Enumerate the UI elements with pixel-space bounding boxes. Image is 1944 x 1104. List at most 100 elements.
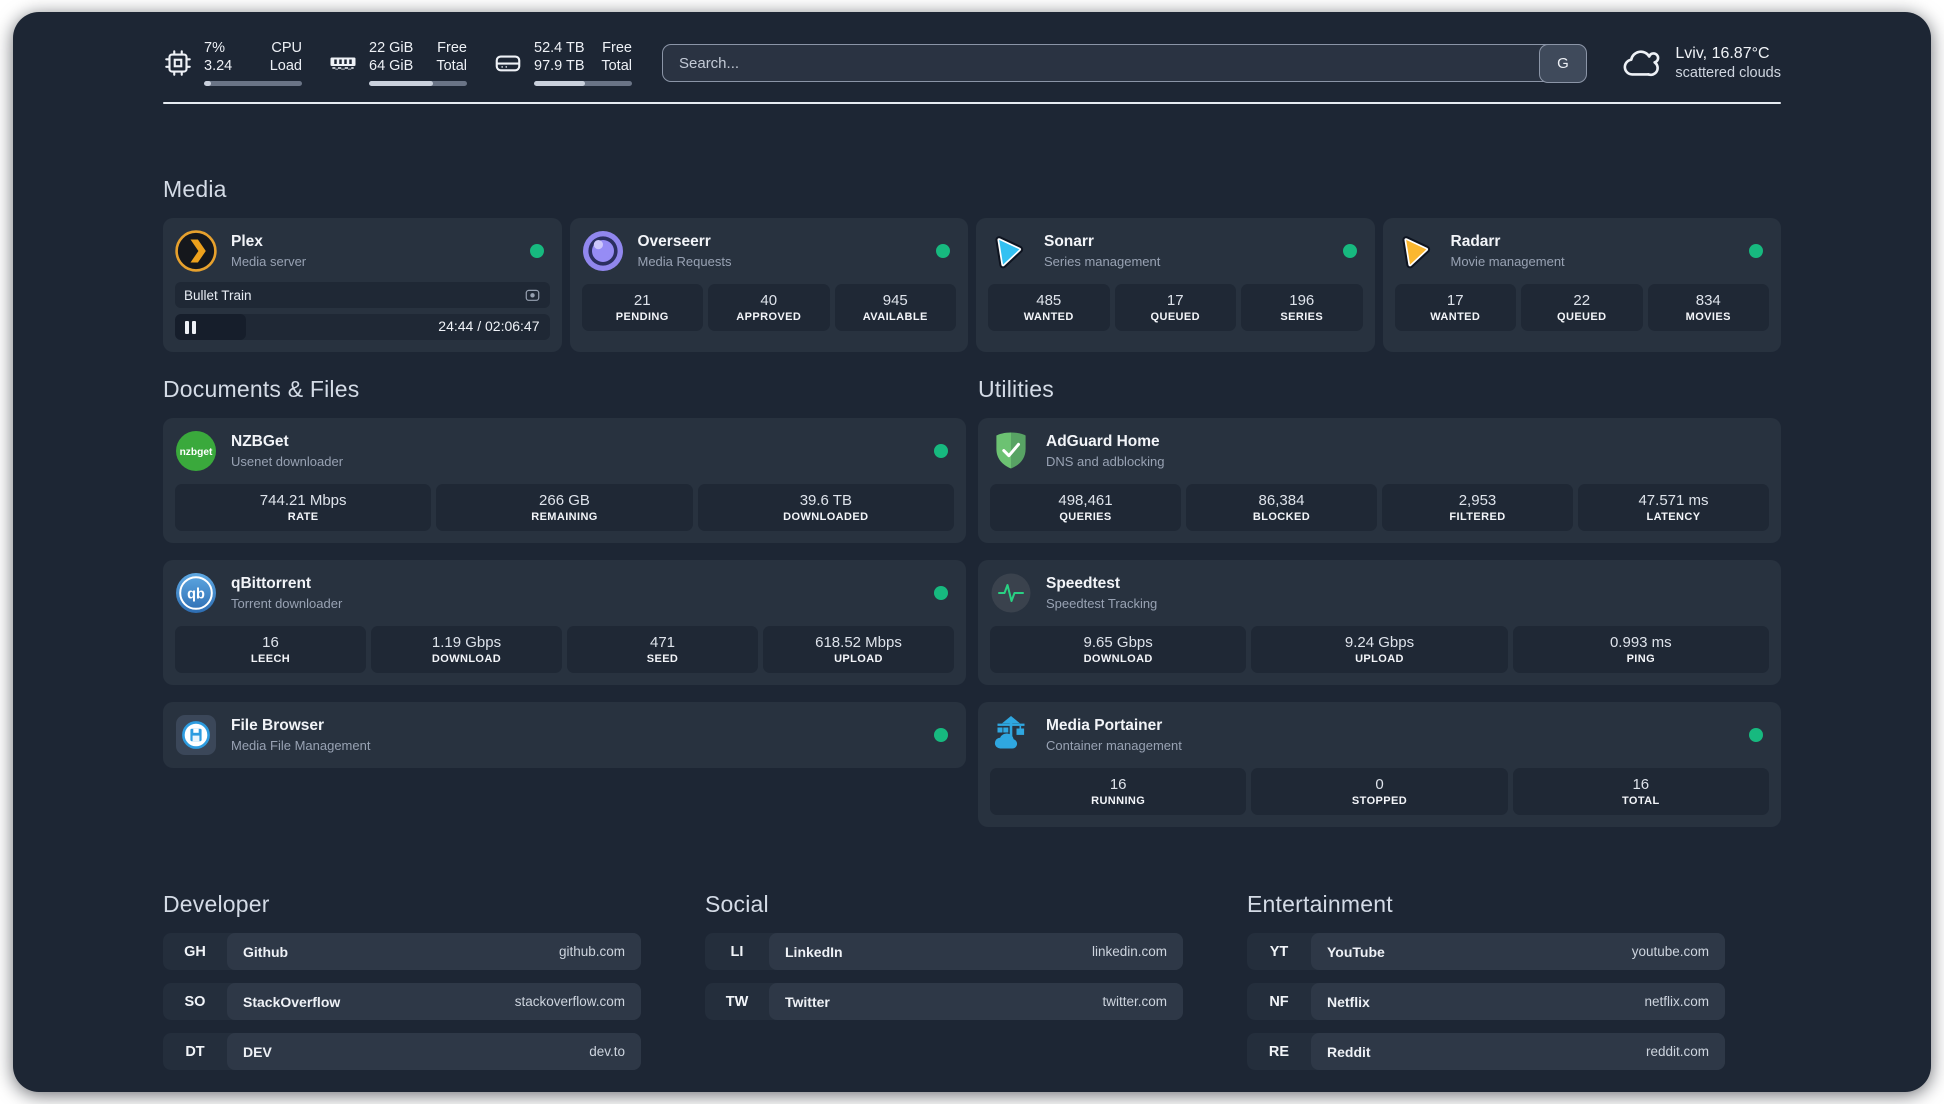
status-dot (936, 244, 950, 258)
bookmark-twitter[interactable]: TW Twitter twitter.com (705, 983, 1183, 1020)
disk-icon (493, 48, 523, 78)
bookmark-list: GH Github github.com SO StackOverflow st… (163, 933, 641, 1070)
bookmark-github[interactable]: GH Github github.com (163, 933, 641, 970)
app-card-speedtest[interactable]: Speedtest Speedtest Tracking 9.65 Gbps D… (978, 560, 1781, 685)
stat-filtered: 2,953 FILTERED (1382, 484, 1573, 531)
stat-value: 17 (1166, 292, 1184, 309)
bookmark-stackoverflow[interactable]: SO StackOverflow stackoverflow.com (163, 983, 641, 1020)
stat-queued: 22 QUEUED (1521, 284, 1643, 331)
bookmark-reddit[interactable]: RE Reddit reddit.com (1247, 1033, 1725, 1070)
stat-tiles: 744.21 Mbps RATE 266 GB REMAINING 39.6 T… (175, 484, 954, 531)
app-card-adguard-home[interactable]: AdGuard Home DNS and adblocking 498,461 … (978, 418, 1781, 543)
stat-wanted: 485 WANTED (988, 284, 1110, 331)
app-card-plex[interactable]: Plex Media server Bullet Train 24:44 / 0… (163, 218, 562, 352)
app-card-media-portainer[interactable]: Media Portainer Container management 16 … (978, 702, 1781, 827)
app-meta: Overseerr Media Requests (638, 232, 732, 270)
stat-label: DOWNLOAD (1083, 653, 1153, 665)
stat-value: 16 (262, 634, 279, 651)
app-card-header: File Browser Media File Management (175, 714, 954, 756)
bookmark-url: linkedin.com (1091, 944, 1167, 959)
now-playing-widget: Bullet Train 24:44 / 02:06:47 (175, 282, 550, 340)
pause-icon[interactable] (185, 320, 196, 334)
portainer-icon (990, 714, 1032, 756)
stat-tiles: 16 RUNNING 0 STOPPED 16 TOTAL (990, 768, 1769, 815)
bookmark-abbr: DT (185, 1043, 205, 1060)
bookmark-group-title: Social (705, 891, 769, 917)
bookmark-linkedin[interactable]: LI LinkedIn linkedin.com (705, 933, 1183, 970)
filebrowser-icon (175, 714, 217, 756)
now-playing-title: Bullet Train (184, 287, 252, 303)
bookmark-abbr: TW (725, 993, 749, 1010)
bookmark-group-title: Developer (163, 891, 270, 917)
player-progress-bar[interactable]: 24:44 / 02:06:47 (175, 314, 550, 340)
overseerr-icon (582, 230, 624, 272)
section-media: Media Plex Media server Bullet Train 24:… (163, 176, 1781, 352)
section-title-media: Media (163, 176, 227, 202)
stat-value: 47.571 ms (1638, 492, 1709, 509)
app-description: Container management (1046, 738, 1182, 753)
app-description: Speedtest Tracking (1046, 596, 1158, 611)
app-meta: qBittorrent Torrent downloader (231, 574, 342, 612)
stat-label: DOWNLOADED (783, 511, 869, 523)
app-description: Media Requests (637, 254, 732, 269)
stat-value: 618.52 Mbps (815, 634, 902, 651)
stat-download: 1.19 Gbps DOWNLOAD (371, 626, 562, 673)
stat-value: 86,384 (1258, 492, 1305, 509)
weather-condition: scattered clouds (1675, 64, 1781, 81)
stat-label: Free (602, 40, 632, 56)
stat-label: WANTED (1023, 311, 1074, 323)
bookmark-groups: Developer GH Github github.com SO StackO… (163, 891, 1781, 1070)
bookmark-list: YT YouTube youtube.com NF Netflix netfli… (1247, 933, 1725, 1070)
stat-value: 1.19 Gbps (431, 634, 502, 651)
app-description: Movie management (1450, 254, 1565, 269)
app-meta: AdGuard Home DNS and adblocking (1046, 432, 1165, 470)
app-card-header: Plex Media server (175, 230, 550, 272)
app-card-overseerr[interactable]: Overseerr Media Requests 21 PENDING 40 A… (569, 218, 968, 352)
utilities-card-stack: AdGuard Home DNS and adblocking 498,461 … (978, 418, 1781, 827)
bookmark-url: twitter.com (1102, 994, 1167, 1009)
bookmark-list: LI LinkedIn linkedin.com TW Twitter twit… (705, 933, 1183, 1020)
status-dot (1342, 244, 1357, 258)
stat-blocked: 86,384 BLOCKED (1186, 484, 1377, 531)
bookmark-dev[interactable]: DT DEV dev.to (163, 1033, 641, 1070)
app-card-file-browser[interactable]: File Browser Media File Management (163, 702, 966, 768)
stat-value: 52.4 TB (534, 40, 585, 56)
app-description: Torrent downloader (231, 596, 343, 611)
stat-value: 64 GiB (369, 57, 414, 74)
app-name: qBittorrent (231, 575, 312, 592)
stat-latency: 47.571 ms LATENCY (1578, 484, 1769, 531)
app-card-radarr[interactable]: Radarr Movie management 17 WANTED 22 QUE… (1382, 218, 1781, 352)
stat-wanted: 17 WANTED (1394, 284, 1516, 331)
bookmark-abbr: GH (184, 943, 206, 960)
stat-label: QUEUED (1557, 311, 1607, 323)
section-utilities: Utilities AdGuard Home DNS and adblockin… (978, 376, 1781, 827)
bookmark-name: Github (243, 943, 289, 960)
app-card-sonarr[interactable]: Sonarr Series management 485 WANTED 17 Q… (976, 218, 1375, 352)
stat-label: REMAINING (531, 511, 598, 523)
stat-label: Load (269, 57, 302, 74)
app-card-nzbget[interactable]: nzbget NZBGet Usenet downloader 744.21 M… (163, 418, 966, 543)
stat-value: 471 (649, 634, 676, 651)
stat-label: CPU (271, 40, 302, 56)
stat-value: 2,953 (1458, 492, 1497, 509)
search-provider-button[interactable]: G (1538, 43, 1587, 83)
bookmark-netflix[interactable]: NF Netflix netflix.com (1247, 983, 1725, 1020)
bookmark-main: Netflix netflix.com (1311, 983, 1725, 1020)
stat-label: Total (436, 57, 467, 74)
search-bar[interactable]: G (662, 43, 1587, 83)
stat-tiles: 498,461 QUERIES 86,384 BLOCKED 2,953 FIL… (990, 484, 1769, 531)
stat-value: 22 (1573, 292, 1591, 309)
usage-progress-bar (369, 81, 467, 86)
bookmark-youtube[interactable]: YT YouTube youtube.com (1247, 933, 1725, 970)
plex-icon (175, 230, 217, 272)
stat-series: 196 SERIES (1241, 284, 1363, 331)
search-input[interactable] (663, 54, 1586, 72)
app-description: Usenet downloader (231, 454, 344, 469)
bookmark-group-title: Entertainment (1247, 891, 1393, 917)
stat-label: STOPPED (1351, 795, 1408, 807)
stat-label: Free (437, 40, 467, 56)
documents-card-stack: nzbget NZBGet Usenet downloader 744.21 M… (163, 418, 966, 768)
app-card-qbittorrent[interactable]: qb qBittorrent Torrent downloader 16 LEE… (163, 560, 966, 685)
stat-value: 0.993 ms (1609, 634, 1672, 651)
ram-icon (328, 48, 358, 78)
